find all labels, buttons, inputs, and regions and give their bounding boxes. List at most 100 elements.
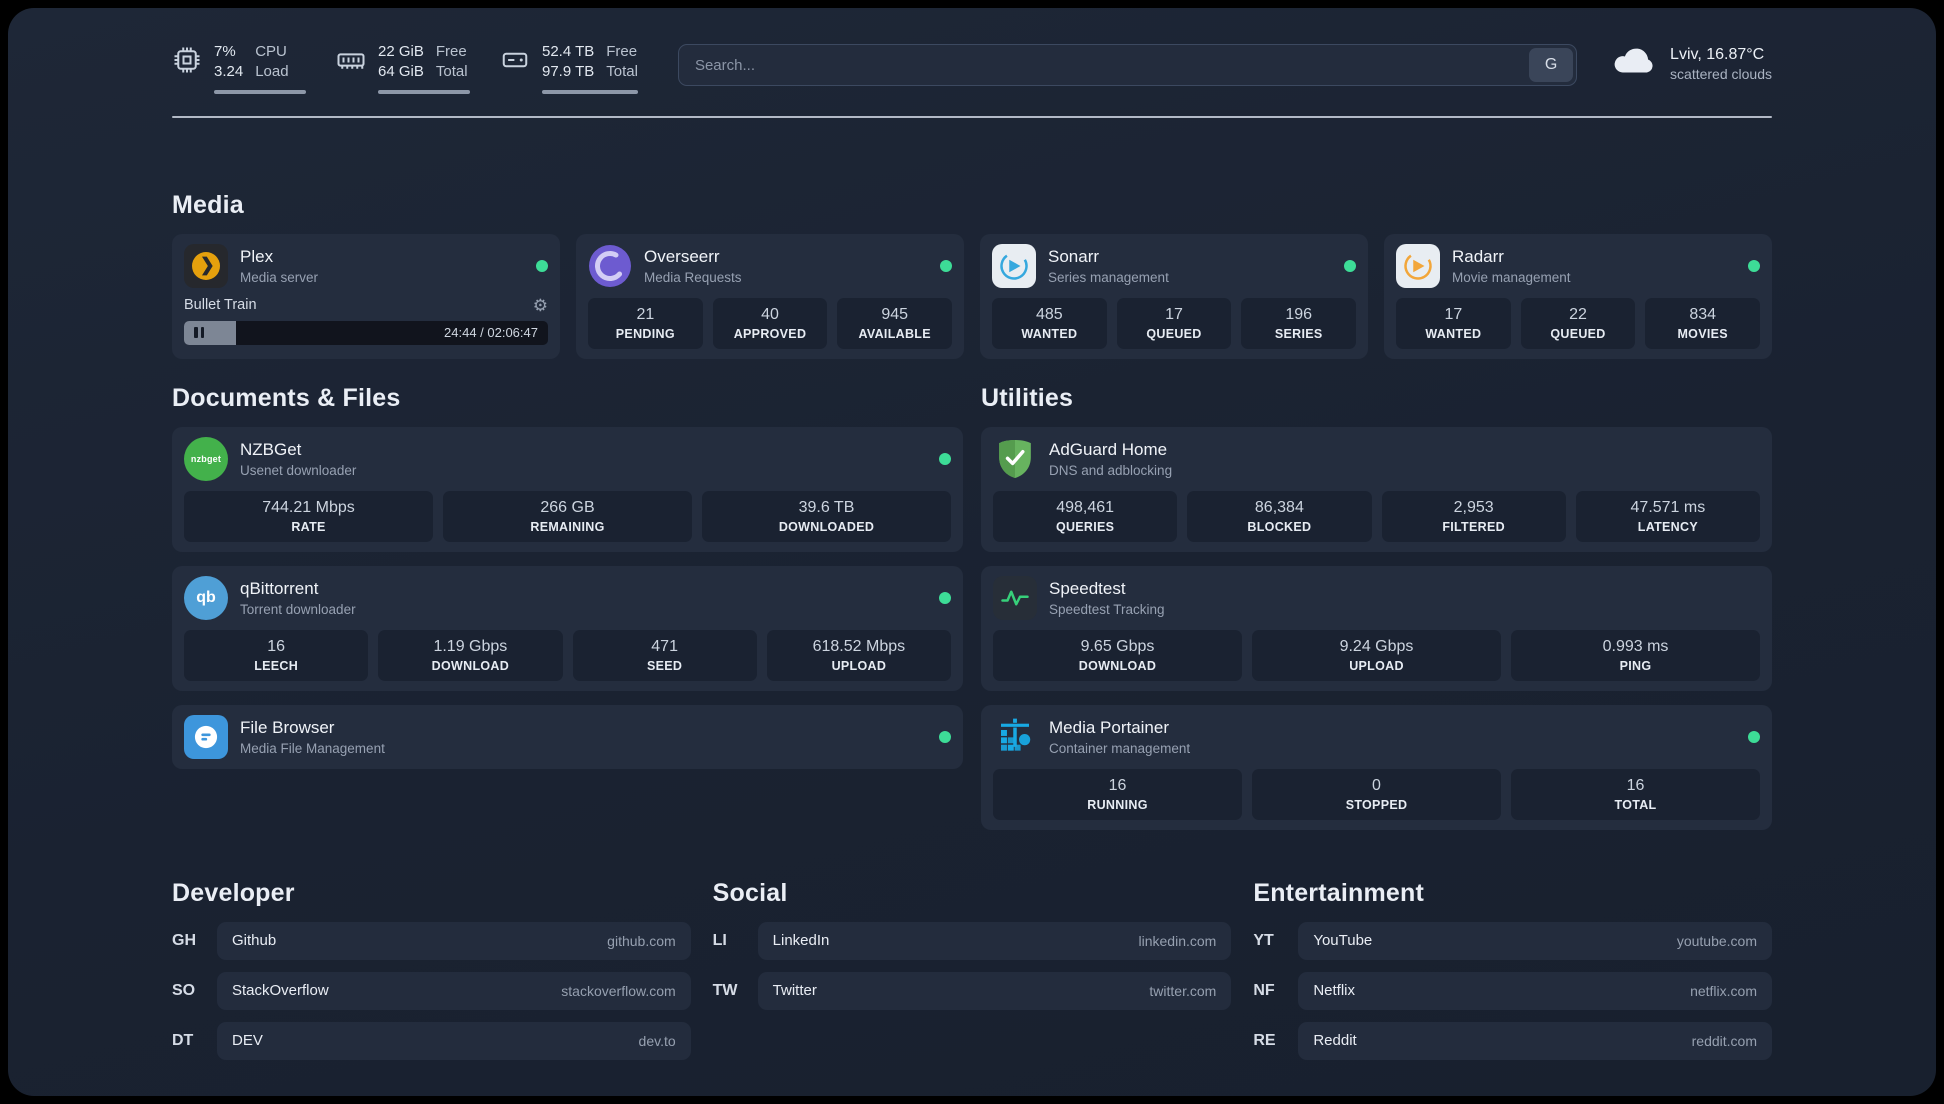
disk-free-value: 52.4 TB [542,43,595,60]
speedtest-icon [993,575,1037,620]
bookmarks-group-entertainment: Entertainment YT YouTube youtube.com NF … [1253,878,1772,1060]
stat-box: 834 MOVIES [1645,297,1761,349]
bookmark-stackoverflow[interactable]: SO StackOverflow stackoverflow.com [172,971,691,1010]
stat-box: 16 RUNNING [993,768,1242,820]
stat-box: 47.571 ms LATENCY [1575,490,1760,542]
pause-icon[interactable] [194,327,204,338]
gear-icon[interactable]: ⚙ [533,297,548,314]
media-section: Media Plex Media server Bullet Train ⚙ 2… [172,190,1772,359]
stat-value: 485 [1035,305,1063,323]
search-input[interactable] [677,44,1578,86]
stat-box: 40 APPROVED [712,297,828,349]
stat-label: STOPPED [1345,797,1408,812]
stat-value: 945 [881,305,909,323]
cpu-widget: 7% 3.24 CPU Load [172,42,306,94]
bookmark-dev[interactable]: DT DEV dev.to [172,1021,691,1060]
status-dot [1344,259,1356,272]
cpu-load-value: 3.24 [214,63,244,81]
service-name: Plex [240,247,274,267]
service-name: Speedtest [1049,579,1126,599]
bookmark-name: Twitter [772,982,817,999]
stat-value: 21 [636,305,655,323]
cloud-icon [1611,44,1657,81]
stat-value: 9.65 Gbps [1080,637,1155,655]
cpu-usage-value: 7% [214,43,236,60]
memory-total-value: 64 GiB [378,63,424,81]
disk-free-label: Free [606,43,638,60]
stat-label: DOWNLOAD [1078,658,1157,673]
stat-label: LEECH [254,658,299,673]
service-card-adguard[interactable]: AdGuard Home DNS and adblocking 498,461 … [981,426,1772,552]
stat-label: AVAILABLE [858,326,931,341]
service-name: Sonarr [1048,247,1100,267]
stat-box: 22 QUEUED [1520,297,1636,349]
stat-label: WANTED [1021,326,1078,341]
search-provider-button[interactable]: G [1529,48,1574,82]
weather-location: Lviv, 16.87°C [1670,46,1765,63]
stat-label: UPLOAD [1349,658,1404,673]
stat-value: 618.52 Mbps [812,637,906,655]
bookmark-abbr: LI [712,931,727,949]
bookmark-url: dev.to [638,1032,676,1049]
bookmark-name: Reddit [1313,1032,1357,1049]
service-card-overseerr[interactable]: Overseerr Media Requests 21 PENDING 40 A… [576,233,964,359]
stat-value: 196 [1285,305,1313,323]
memory-widget: 22 GiB 64 GiB Free Total [336,42,470,94]
memory-free-label: Free [435,43,467,60]
disk-total-value: 97.9 TB [542,63,595,81]
bookmark-url: youtube.com [1676,932,1757,949]
overseerr-icon [588,244,632,288]
stat-label: QUEUED [1550,326,1606,341]
section-title-utilities: Utilities [981,383,1074,412]
service-card-plex[interactable]: Plex Media server Bullet Train ⚙ 24:44 /… [172,233,560,359]
service-card-sonarr[interactable]: Sonarr Series management 485 WANTED 17 Q… [980,233,1368,359]
bookmark-netflix[interactable]: NF Netflix netflix.com [1253,971,1772,1010]
content-wrapper: 7% 3.24 CPU Load 22 GiB 64 GiB Free Tota… [172,8,1772,1060]
bookmark-name: Netflix [1313,982,1356,999]
service-card-nzbget[interactable]: nzbget NZBGet Usenet downloader 744.21 M… [172,426,963,552]
stat-value: 266 GB [540,498,595,516]
stat-label: BLOCKED [1247,519,1312,534]
stat-value: 744.21 Mbps [262,498,355,516]
documents-section: Documents & Files nzbget NZBGet Usenet d… [172,383,963,769]
disk-usage-bar [542,89,638,94]
qbittorrent-icon: qb [184,575,228,620]
bookmark-youtube[interactable]: YT YouTube youtube.com [1253,921,1772,960]
top-bar: 7% 3.24 CPU Load 22 GiB 64 GiB Free Tota… [172,42,1772,94]
bookmark-twitter[interactable]: TW Twitter twitter.com [713,971,1232,1010]
stat-box: 945 AVAILABLE [837,297,953,349]
stat-value: 9.24 Gbps [1339,637,1414,655]
bookmark-github[interactable]: GH Github github.com [172,921,691,960]
service-description: Media server [240,269,319,285]
service-card-filebrowser[interactable]: File Browser Media File Management [172,704,963,769]
stat-label: TOTAL [1614,797,1657,812]
service-card-portainer[interactable]: Media Portainer Container management 16 … [981,704,1772,830]
section-title-media: Media [172,190,244,219]
memory-usage-bar [378,89,470,94]
stat-value: 834 [1689,305,1717,323]
service-card-radarr[interactable]: Radarr Movie management 17 WANTED 22 QUE… [1384,233,1772,359]
service-description: DNS and adblocking [1049,462,1173,478]
stat-box: 1.19 Gbps DOWNLOAD [378,629,563,681]
cpu-icon [172,45,202,80]
weather-widget: Lviv, 16.87°C scattered clouds [1611,44,1772,82]
topbar-divider [172,115,1772,118]
playback-progress-bar[interactable]: 24:44 / 02:06:47 [184,320,548,345]
service-card-qbittorrent[interactable]: qb qBittorrent Torrent downloader 16 LEE… [172,565,963,691]
stat-label: SEED [647,658,683,673]
cpu-load-label: Load [255,63,289,81]
stat-box: 471 SEED [572,629,757,681]
plex-now-playing-widget: Bullet Train ⚙ 24:44 / 02:06:47 [184,297,548,345]
bookmark-reddit[interactable]: RE Reddit reddit.com [1253,1021,1772,1060]
bookmark-name: DEV [232,1032,263,1049]
stat-value: 39.6 TB [798,498,855,516]
now-playing-title: Bullet Train [184,297,257,313]
bookmark-linkedin[interactable]: LI LinkedIn linkedin.com [712,921,1232,960]
stat-value: 40 [761,305,779,323]
service-card-speedtest[interactable]: Speedtest Speedtest Tracking 9.65 Gbps D… [981,565,1772,691]
stat-box: 39.6 TB DOWNLOADED [702,490,951,542]
bookmark-abbr: SO [172,981,196,999]
stat-box: 498,461 QUERIES [993,490,1178,542]
bookmark-url: linkedin.com [1138,932,1217,949]
utilities-section: Utilities AdGuard Home DNS and adblockin… [981,383,1772,830]
